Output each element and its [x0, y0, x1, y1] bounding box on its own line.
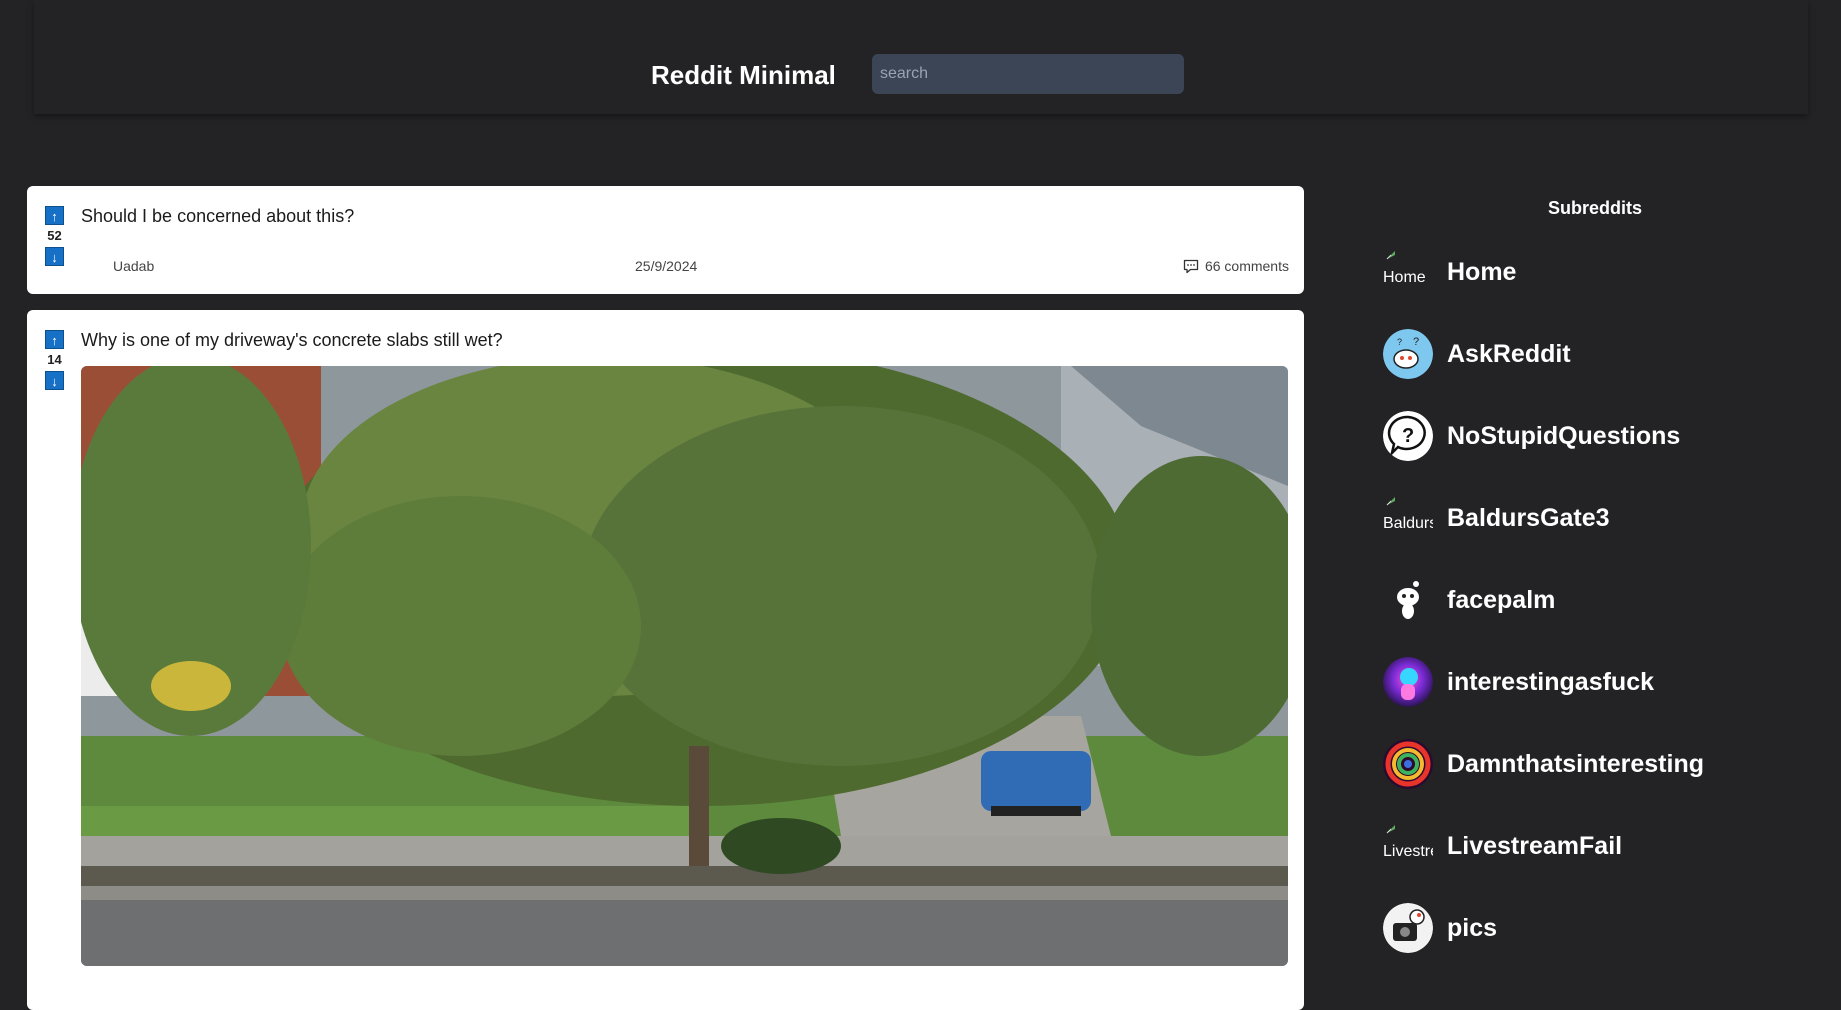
vote-controls: ↑ 14 ↓ — [45, 330, 64, 390]
svg-text:?: ? — [1402, 425, 1414, 447]
search-input[interactable] — [872, 54, 1184, 94]
comments-button[interactable]: 66 comments — [1183, 258, 1289, 274]
sidebar-item-label: BaldursGate3 — [1447, 503, 1610, 532]
post-card[interactable]: ↑ 52 ↓ Should I be concerned about this?… — [27, 186, 1304, 294]
interestingasfuck-icon — [1383, 657, 1433, 707]
swirl-icon — [1383, 739, 1433, 789]
upvote-button[interactable]: ↑ — [45, 206, 64, 225]
sidebar-item-label: NoStupidQuestions — [1447, 421, 1681, 450]
post-author[interactable]: Uadab — [113, 258, 154, 274]
vote-controls: ↑ 52 ↓ — [45, 206, 64, 266]
post-title[interactable]: Should I be concerned about this? — [81, 206, 354, 227]
sidebar-item-askreddit[interactable]: ? ? AskReddit — [1383, 328, 1571, 380]
sidebar-item-label: facepalm — [1447, 585, 1556, 614]
post-title[interactable]: Why is one of my driveway's concrete sla… — [81, 330, 503, 351]
sidebar-item-pics[interactable]: pics — [1383, 902, 1497, 954]
sidebar-item-label: Home — [1447, 257, 1517, 286]
sidebar-item-damnthatsinteresting[interactable]: Damnthatsinteresting — [1383, 738, 1704, 790]
sidebar-item-interestingasfuck[interactable]: interestingasfuck — [1383, 656, 1654, 708]
post-date: 25/9/2024 — [635, 258, 698, 274]
askreddit-icon: ? ? — [1383, 329, 1433, 379]
svg-text:?: ? — [1413, 336, 1419, 348]
post-card[interactable]: ↑ 14 ↓ Why is one of my driveway's concr… — [27, 310, 1304, 1010]
comment-icon — [1183, 259, 1199, 273]
app-logo[interactable]: Reddit Minimal — [651, 60, 836, 91]
sidebar-item-label: Damnthatsinteresting — [1447, 749, 1704, 778]
pics-icon — [1383, 903, 1433, 953]
sidebar-item-nostupidquestions[interactable]: ? NoStupidQuestions — [1383, 410, 1680, 462]
sidebar-item-label: AskReddit — [1447, 339, 1571, 368]
sidebar-item-baldursgate3[interactable]: Baldurs BaldursGate3 — [1383, 492, 1610, 544]
upvote-button[interactable]: ↑ — [45, 330, 64, 349]
sidebar-title: Subreddits — [1547, 198, 1642, 218]
sidebar-item-label: LivestreamFail — [1447, 831, 1623, 860]
sidebar-item-livestreamfail[interactable]: Livestre LivestreamFail — [1383, 820, 1622, 872]
svg-text:?: ? — [1397, 337, 1402, 347]
comments-count: 66 comments — [1204, 258, 1289, 274]
broken-image-icon: Livestre — [1383, 821, 1433, 871]
question-mark-icon: ? — [1383, 411, 1433, 461]
snoo-icon — [1383, 575, 1433, 625]
sidebar-item-home[interactable]: Home Home — [1383, 246, 1516, 298]
sidebar-item-label: pics — [1447, 913, 1498, 942]
post-image[interactable] — [81, 366, 1288, 966]
vote-count: 14 — [47, 352, 62, 367]
broken-image-icon: Home — [1383, 247, 1433, 297]
app-header: Reddit Minimal — [34, 0, 1808, 114]
sidebar-item-label: interestingasfuck — [1447, 667, 1655, 696]
sidebar-item-facepalm[interactable]: facepalm — [1383, 574, 1555, 626]
broken-image-icon: Baldurs — [1383, 493, 1433, 543]
vote-count: 52 — [47, 228, 62, 243]
downvote-button[interactable]: ↓ — [45, 247, 64, 266]
downvote-button[interactable]: ↓ — [45, 371, 64, 390]
